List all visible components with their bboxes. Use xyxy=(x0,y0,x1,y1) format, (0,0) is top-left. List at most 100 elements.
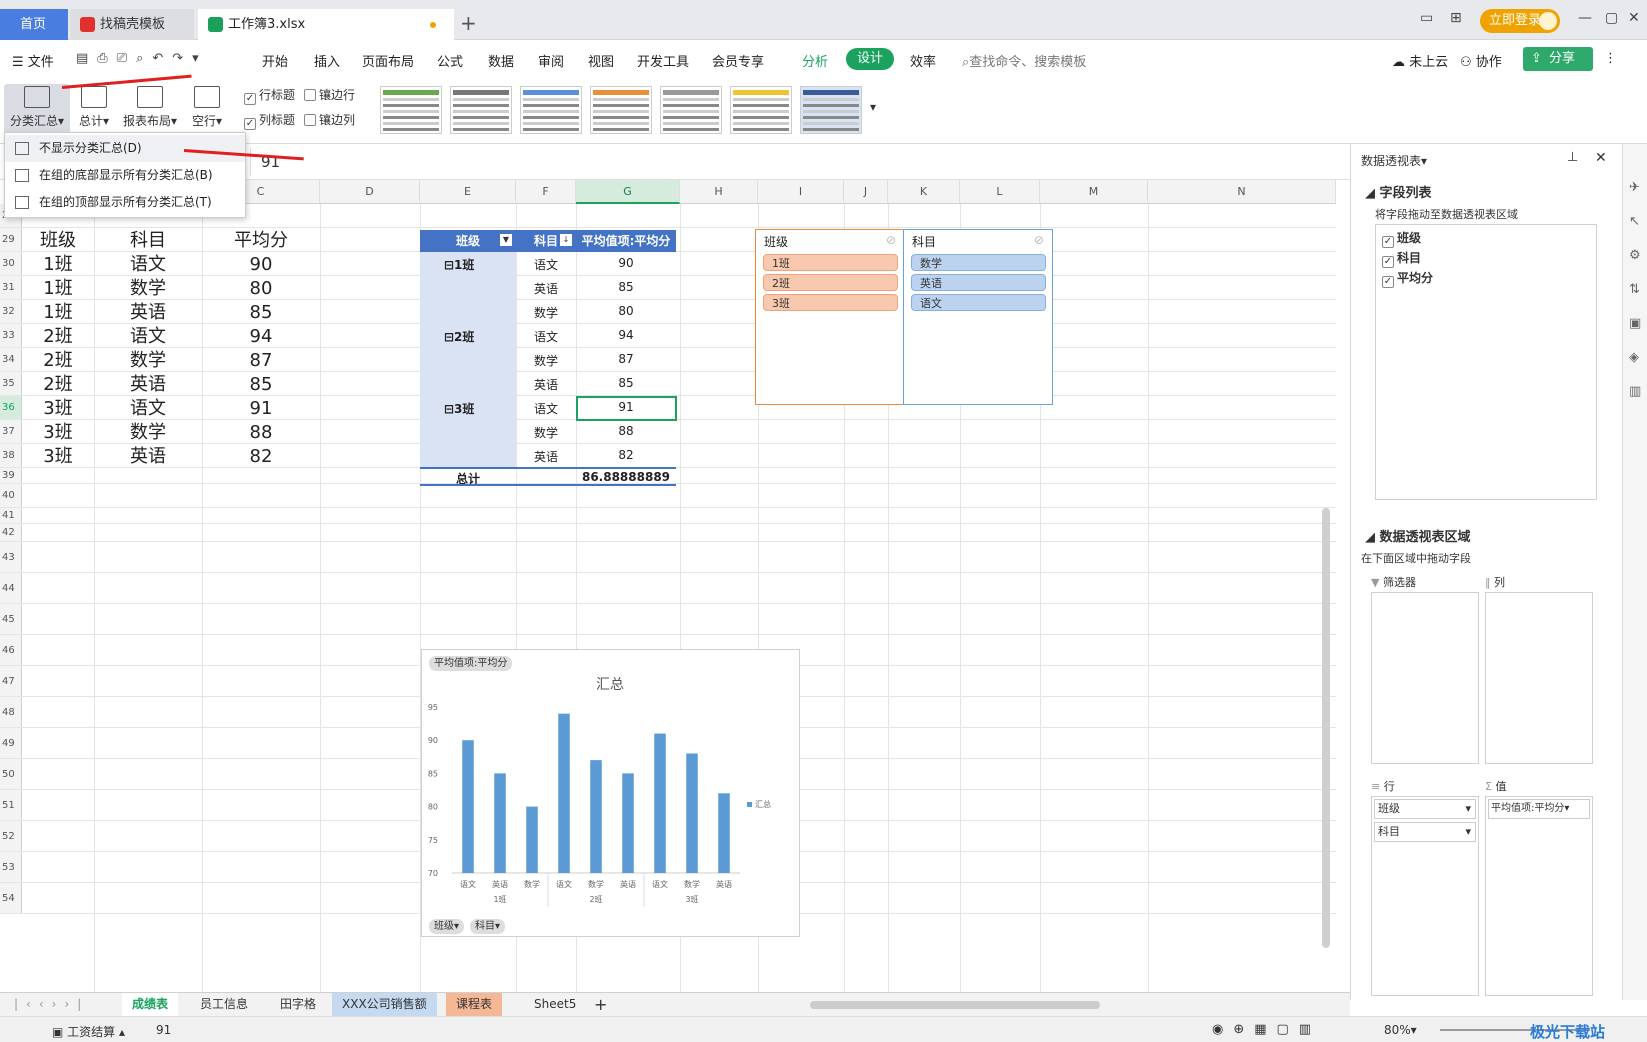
row-header[interactable]: 38 xyxy=(0,444,22,468)
sheet-tab-staff[interactable]: 员工信息 xyxy=(190,993,258,1016)
pin-icon[interactable]: ⊥ xyxy=(1567,150,1578,165)
pivot-chart[interactable]: 平均值项:平均分 汇总 70 75 80 85 90 95 语文 英语 数学 语文 数学 英语 语文 数学英… xyxy=(421,649,800,937)
panel-title[interactable]: 数据透视表▾ xyxy=(1361,152,1427,169)
status-macro[interactable]: ▣ 工资结算 ▴ xyxy=(52,1023,125,1040)
pivot-group-label[interactable]: ⊟3班 xyxy=(444,400,494,417)
pivot-header-value[interactable]: 平均值项:平均分 xyxy=(576,230,676,252)
slicer-class[interactable]: 班级 ⊘ 1班 2班 3班 xyxy=(755,229,905,405)
quick-access-icons[interactable]: ▤⎙⎚⌕↶↷▾ xyxy=(76,51,208,66)
row-header[interactable]: 49 xyxy=(0,728,22,759)
sheet-tab-schedule[interactable]: 课程表 xyxy=(446,993,503,1016)
slicer-subject-item[interactable]: 语文 xyxy=(911,294,1046,311)
field-class-checkbox[interactable]: ✓ 班级 xyxy=(1382,229,1421,248)
row-header[interactable]: 39 xyxy=(0,468,22,484)
minimize-icon[interactable]: — xyxy=(1578,10,1592,26)
row-header[interactable]: 34 xyxy=(0,348,22,372)
login-button[interactable]: 立即登录 xyxy=(1480,9,1560,33)
new-tab-icon[interactable]: + xyxy=(460,11,477,35)
sheet-tab-sheet5[interactable]: Sheet5 xyxy=(524,993,586,1016)
rail-image-icon[interactable]: ▣ xyxy=(1629,316,1641,331)
menu-design[interactable]: 设计 xyxy=(846,48,895,70)
row-header[interactable]: 53 xyxy=(0,852,22,883)
column-header[interactable]: G xyxy=(576,180,680,204)
row-header[interactable]: 43 xyxy=(0,542,22,573)
tab-home[interactable]: 首页 xyxy=(0,9,68,40)
row-field-class[interactable]: 班级 ▾ xyxy=(1374,799,1476,819)
rail-pivot-icon[interactable]: ⇅ xyxy=(1629,282,1640,297)
pivot-style-swatch[interactable] xyxy=(520,86,582,134)
row-header[interactable]: 40 xyxy=(0,484,22,508)
menu-efficiency[interactable]: 效率 xyxy=(910,51,936,70)
pivot-style-swatch[interactable] xyxy=(730,86,792,134)
menu-view[interactable]: 视图 xyxy=(588,51,614,70)
value-field[interactable]: 平均值项:平均分▾ xyxy=(1488,799,1590,819)
apps-grid-icon[interactable]: ⊞ xyxy=(1450,10,1462,26)
pivot-style-swatch[interactable] xyxy=(590,86,652,134)
add-sheet-icon[interactable]: + xyxy=(584,993,617,1016)
slicer-subject-item[interactable]: 数学 xyxy=(911,254,1046,271)
column-header[interactable]: J xyxy=(844,180,888,204)
field-subject-checkbox[interactable]: ✓ 科目 xyxy=(1382,249,1421,268)
chart-filter-class-button[interactable]: 班级▾ xyxy=(429,919,465,934)
pivot-value-cell[interactable]: 90 xyxy=(576,256,676,270)
horizontal-scrollbar[interactable] xyxy=(810,1001,1100,1009)
rail-tool-icon[interactable]: ✈ xyxy=(1629,180,1640,195)
chart-filter-subject-button[interactable]: 科目▾ xyxy=(470,919,506,934)
menu-vip[interactable]: 会员专享 xyxy=(712,51,764,70)
more-icon[interactable]: ⋮ xyxy=(1604,51,1617,66)
menu-review[interactable]: 审阅 xyxy=(538,51,564,70)
command-search[interactable]: ⌕查找命令、搜索模板 xyxy=(962,51,1086,70)
dropdown-icon[interactable]: ▼ xyxy=(500,234,512,246)
column-header[interactable]: L xyxy=(960,180,1040,204)
row-header[interactable]: 32 xyxy=(0,300,22,324)
sheet-tab-sales[interactable]: XXX公司销售额 xyxy=(332,993,437,1016)
sheet-tab-grades[interactable]: 成绩表 xyxy=(122,993,179,1016)
col-header-checkbox[interactable]: ✓ 列标题 xyxy=(244,111,295,130)
row-header[interactable]: 46 xyxy=(0,635,22,666)
row-header[interactable]: 35 xyxy=(0,372,22,396)
sheet-tab-grid[interactable]: 田字格 xyxy=(270,993,326,1016)
row-header[interactable]: 33 xyxy=(0,324,22,348)
row-header[interactable]: 30 xyxy=(0,252,22,276)
menu-formula[interactable]: 公式 xyxy=(437,51,463,70)
pivot-value-cell[interactable]: 88 xyxy=(576,424,676,438)
filter-clear-icon[interactable]: ⊘ xyxy=(1034,233,1044,247)
row-header[interactable]: 52 xyxy=(0,821,22,852)
column-header[interactable]: F xyxy=(516,180,576,204)
column-header[interactable]: M xyxy=(1040,180,1148,204)
tab-template[interactable]: 找稿壳模板 xyxy=(70,9,194,40)
formula-input[interactable]: 91 xyxy=(250,148,1348,176)
slicer-subject-item[interactable]: 英语 xyxy=(911,274,1046,291)
slicer-class-item[interactable]: 1班 xyxy=(763,254,898,271)
zoom-level[interactable]: 80%▾ xyxy=(1384,1023,1417,1037)
row-field-subject[interactable]: 科目 ▾ xyxy=(1374,822,1476,842)
row-header[interactable]: 51 xyxy=(0,790,22,821)
column-header[interactable]: E xyxy=(420,180,516,204)
column-header[interactable]: I xyxy=(758,180,844,204)
column-header[interactable]: K xyxy=(888,180,960,204)
pivot-value-cell[interactable]: 94 xyxy=(576,328,676,342)
row-header[interactable]: 48 xyxy=(0,697,22,728)
row-header[interactable]: 42 xyxy=(0,524,22,542)
menu-home[interactable]: 开始 xyxy=(262,51,288,70)
cloud-button[interactable]: ☁ 未上云 xyxy=(1392,51,1448,70)
layout-icon[interactable]: ▭ xyxy=(1420,10,1433,26)
row-header[interactable]: 44 xyxy=(0,573,22,604)
share-button[interactable]: ⇪ 分享 xyxy=(1523,47,1593,71)
menu-file[interactable]: ☰ 文件 xyxy=(12,51,54,70)
menu-data[interactable]: 数据 xyxy=(488,51,514,70)
row-header[interactable]: 37 xyxy=(0,420,22,444)
field-score-checkbox[interactable]: ✓ 平均分 xyxy=(1382,269,1433,288)
top-subtotal-option[interactable]: 在组的顶部显示所有分类汇总(T) xyxy=(5,189,245,216)
pivot-value-cell[interactable]: 82 xyxy=(576,448,676,462)
row-header-checkbox[interactable]: ✓ 行标题 xyxy=(244,86,295,105)
gallery-more-icon[interactable]: ▾ xyxy=(870,100,876,114)
banded-cols-checkbox[interactable]: 镶边列 xyxy=(304,111,355,128)
row-header[interactable]: 50 xyxy=(0,759,22,790)
maximize-icon[interactable]: ▢ xyxy=(1605,10,1618,26)
collab-button[interactable]: ⚇ 协作 xyxy=(1460,51,1502,70)
row-header[interactable]: 31 xyxy=(0,276,22,300)
rail-select-icon[interactable]: ↖ xyxy=(1629,214,1640,229)
slicer-subject[interactable]: 科目 ⊘ 数学 英语 语文 xyxy=(903,229,1053,405)
rail-book-icon[interactable]: ▥ xyxy=(1629,384,1641,399)
